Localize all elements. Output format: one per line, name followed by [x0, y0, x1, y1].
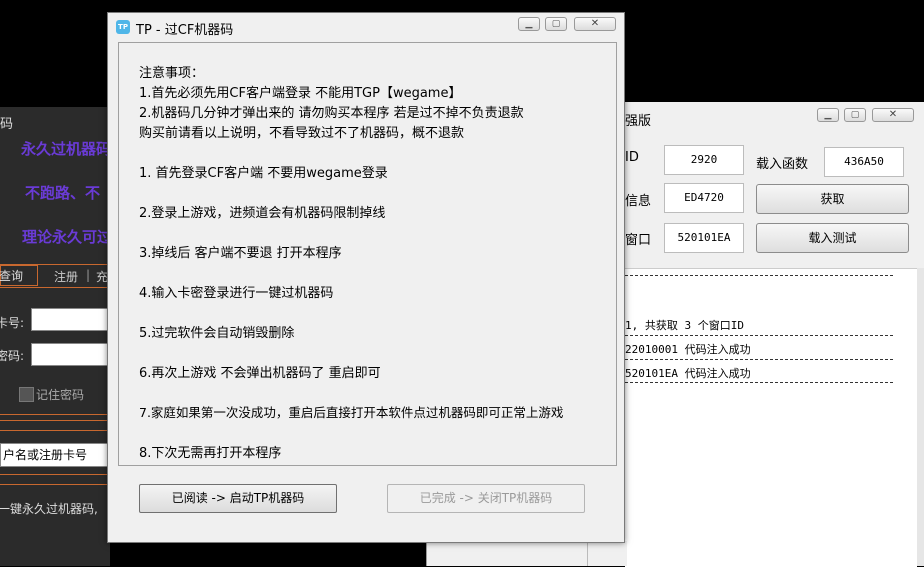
close-tp-button[interactable]: 已完成 -> 关闭TP机器码: [387, 484, 585, 513]
promo-line-2: 不跑路、不: [25, 184, 101, 202]
remember-checkbox[interactable]: [19, 387, 34, 402]
divider: [587, 541, 588, 566]
notice-heading: 注意事项：: [139, 66, 205, 81]
account-input-placeholder: 户名或注册卡号: [3, 448, 88, 462]
info-value[interactable]: ED4720: [664, 183, 744, 213]
step-line: 1. 首先登录CF客户端 不要用wegame登录: [139, 166, 388, 181]
injector-window: 强版 ▁ ▢ ✕ ID 2920 载入函数 436A50 信息 ED4720 获…: [624, 102, 924, 567]
load-func-label: 载入函数: [756, 157, 809, 172]
tp-notice-dialog: TP TP - 过CF机器码 ▁ ▢ ✕ 注意事项： 1.首先必须先用CF客户端…: [107, 12, 625, 543]
log-separator: [625, 275, 893, 276]
tab-query[interactable]: 查询: [0, 265, 38, 286]
left-window-title: 码: [0, 117, 14, 132]
card-label: 卡号:: [0, 316, 25, 330]
injector-window-title: 强版: [625, 114, 652, 129]
step-line: 5.过完软件会自动销毁删除: [139, 326, 295, 341]
fetch-button[interactable]: 获取: [756, 184, 909, 214]
tab-separator: |: [86, 268, 91, 282]
step-line: 3.掉线后 客户端不要退 打开本程序: [139, 246, 342, 261]
divider: [0, 430, 110, 431]
divider: [0, 484, 110, 485]
maximize-button[interactable]: ▢: [844, 108, 866, 122]
left-login-window: 码 永久过机器码 不跑路、不 理论永久可过 查询 注册 | 充 卡号: 密码: …: [0, 107, 110, 566]
id-value[interactable]: 2920: [664, 145, 744, 175]
close-button[interactable]: ✕: [872, 108, 914, 122]
tp-logo-icon: TP: [116, 20, 130, 34]
minimize-button[interactable]: ▁: [518, 17, 540, 31]
left-footer-text: 一键永久过机器码,: [0, 502, 98, 516]
notice-line: 购买前请看以上说明，不看导致过不了机器码，概不退款: [139, 126, 465, 141]
step-line: 7.家庭如果第一次没成功，重启后直接打开本软件点过机器码即可正常上游戏: [139, 405, 564, 420]
login-tabs: 查询 注册 | 充: [0, 264, 110, 288]
load-func-value[interactable]: 436A50: [824, 147, 904, 177]
background-window-strip: [426, 541, 627, 566]
window-value[interactable]: 520101EA: [664, 223, 744, 253]
id-label: ID: [625, 150, 639, 165]
promo-line-1: 永久过机器码: [21, 140, 110, 158]
step-line: 8.下次无需再打开本程序: [139, 446, 282, 461]
log-line: 520101EA 代码注入成功: [625, 367, 751, 380]
divider: [0, 420, 110, 421]
card-input[interactable]: [31, 308, 110, 331]
notice-line: 1.首先必须先用CF客户端登录 不能用TGP【wegame】: [139, 86, 462, 101]
log-separator: [625, 359, 893, 360]
info-label: 信息: [625, 194, 652, 209]
log-output[interactable]: 1, 共获取 3 个窗口ID 22010001 代码注入成功 520101EA …: [625, 268, 917, 567]
notice-panel: 注意事项： 1.首先必须先用CF客户端登录 不能用TGP【wegame】 2.机…: [118, 42, 617, 466]
promo-line-3: 理论永久可过: [22, 228, 110, 246]
log-line: 1, 共获取 3 个窗口ID: [625, 319, 744, 332]
account-input[interactable]: 户名或注册卡号: [0, 443, 110, 467]
log-separator: [625, 335, 893, 336]
load-test-button[interactable]: 载入测试: [756, 223, 909, 253]
divider: [0, 414, 110, 415]
step-line: 6.再次上游戏 不会弹出机器码了 重启即可: [139, 366, 381, 381]
minimize-button[interactable]: ▁: [817, 108, 839, 122]
remember-label: 记住密码: [36, 388, 85, 402]
dialog-title: TP - 过CF机器码: [136, 23, 234, 38]
step-line: 2.登录上游戏，进频道会有机器码限制掉线: [139, 206, 386, 221]
divider: [0, 474, 110, 475]
log-scrollbar[interactable]: [917, 268, 924, 566]
step-line: 4.输入卡密登录进行一键过机器码: [139, 286, 334, 301]
dialog-titlebar[interactable]: TP TP - 过CF机器码 ▁ ▢ ✕: [108, 13, 624, 41]
notice-line: 2.机器码几分钟才弹出来的 请勿购买本程序 若是过不掉不负责退款: [139, 106, 524, 121]
log-line: 22010001 代码注入成功: [625, 343, 751, 356]
log-separator: [625, 382, 893, 383]
window-label: 窗口: [625, 233, 652, 248]
close-button[interactable]: ✕: [574, 17, 616, 31]
password-input[interactable]: [31, 343, 110, 366]
maximize-button[interactable]: ▢: [545, 17, 567, 31]
start-tp-button[interactable]: 已阅读 -> 启动TP机器码: [139, 484, 337, 513]
password-label: 密码:: [0, 349, 25, 363]
tab-register[interactable]: 注册: [54, 268, 78, 285]
